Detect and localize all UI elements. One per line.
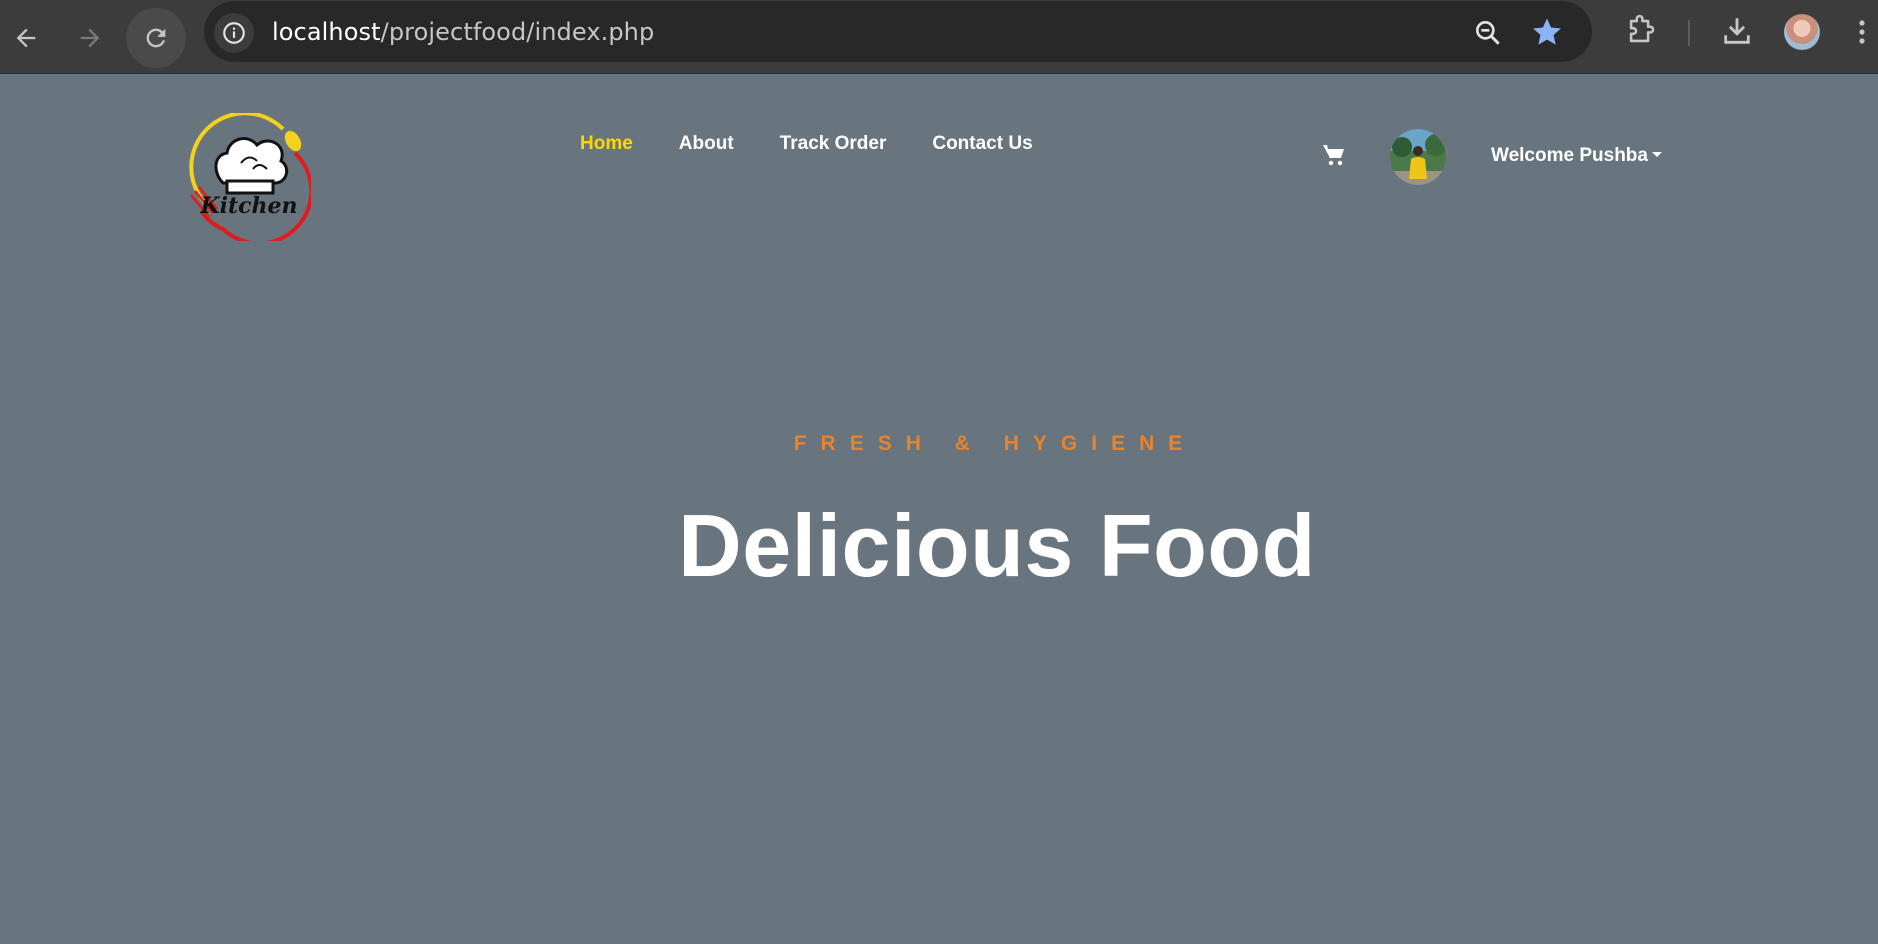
- hero-tagline: FRESH & HYGIENE: [793, 432, 1197, 455]
- main-navigation: Home About Track Order Contact Us: [580, 133, 1079, 155]
- toolbar-divider: [1688, 20, 1690, 46]
- back-button[interactable]: [0, 8, 56, 68]
- user-menu-toggle[interactable]: Welcome Pushba: [1491, 145, 1662, 167]
- page-viewport: Kitchen Home About Track Order Contact U…: [0, 75, 1878, 944]
- shopping-cart-icon[interactable]: [1322, 143, 1346, 167]
- address-bar[interactable]: localhost/projectfood/index.php: [204, 1, 1592, 62]
- welcome-label: Welcome Pushba: [1491, 145, 1648, 166]
- logo-text: Kitchen: [199, 193, 297, 219]
- url-host: localhost: [272, 18, 381, 46]
- nav-contact-us[interactable]: Contact Us: [932, 133, 1032, 155]
- nav-home[interactable]: Home: [580, 133, 633, 155]
- profile-avatar[interactable]: [1784, 14, 1820, 50]
- arrow-right-icon: [80, 28, 100, 48]
- caret-down-icon: [1651, 151, 1662, 157]
- url-path: /projectfood/index.php: [380, 18, 655, 46]
- reload-icon: [146, 28, 166, 48]
- kebab-menu-icon[interactable]: [1852, 14, 1872, 50]
- site-info-button[interactable]: [214, 13, 254, 53]
- url-text[interactable]: localhost/projectfood/index.php: [272, 18, 654, 46]
- browser-toolbar: localhost/projectfood/index.php: [0, 0, 1878, 74]
- forward-button[interactable]: [60, 8, 120, 68]
- nav-track-order[interactable]: Track Order: [780, 133, 887, 155]
- hero-title: Delicious Food: [678, 496, 1316, 595]
- download-icon[interactable]: [1720, 14, 1754, 48]
- star-icon[interactable]: [1530, 15, 1564, 49]
- kitchen-logo[interactable]: Kitchen: [183, 113, 311, 241]
- user-avatar[interactable]: [1390, 129, 1446, 185]
- zoom-out-icon[interactable]: [1472, 17, 1504, 49]
- info-icon: [223, 22, 245, 44]
- puzzle-icon[interactable]: [1624, 14, 1658, 48]
- user-photo-icon: [1390, 129, 1446, 185]
- reload-button[interactable]: [126, 8, 186, 68]
- nav-about[interactable]: About: [679, 133, 734, 155]
- arrow-left-icon: [16, 28, 36, 48]
